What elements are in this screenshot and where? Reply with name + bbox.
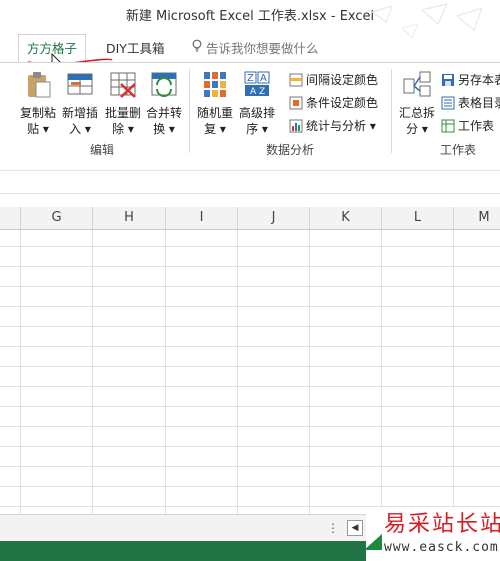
grid-line	[0, 326, 500, 327]
grid-line	[0, 366, 500, 367]
conditional-color-icon	[289, 96, 303, 110]
interval-color-button[interactable]: 间隔设定颜色	[289, 70, 378, 90]
grid-line	[453, 230, 454, 514]
save-sheet-as-button[interactable]: 另存本表	[441, 70, 500, 90]
conditional-color-button[interactable]: 条件设定颜色	[289, 93, 378, 113]
sort-az-icon: Z A A Z	[244, 71, 270, 97]
column-header-l[interactable]: L	[382, 207, 454, 229]
grid-line	[381, 230, 382, 514]
worksheet-button[interactable]: 工作表	[441, 116, 494, 136]
summary-split-icon	[403, 71, 431, 97]
column-header-k[interactable]: K	[310, 207, 382, 229]
tell-me-box[interactable]: 告诉我你想要做什么	[192, 37, 319, 61]
table-directory-label: 表格目录	[458, 96, 500, 110]
random-repeat-label-1: 随机重	[196, 106, 233, 120]
title-bar: 新建 Microsoft Excel 工作表.xlsx - Excel	[0, 0, 500, 39]
batch-delete-button[interactable]: 批量删 除 ▾	[102, 69, 144, 137]
grid-line	[0, 486, 500, 487]
grid-line	[0, 466, 500, 467]
clipboard-icon	[28, 72, 51, 98]
watermark-url: www.easck.com	[384, 540, 499, 555]
group-separator	[391, 69, 392, 153]
random-repeat-button[interactable]: 随机重 复 ▾	[194, 69, 236, 137]
statistics-icon	[289, 119, 303, 133]
copy-paste-label-2: 贴 ▾	[27, 122, 49, 136]
random-blocks-icon	[204, 72, 226, 97]
grid-line	[20, 230, 21, 514]
group-label-data-analysis: 数据分析	[266, 143, 315, 157]
conditional-color-label: 条件设定颜色	[306, 96, 379, 110]
column-header-i[interactable]: I	[166, 207, 238, 229]
column-header-m[interactable]: M	[454, 207, 500, 229]
copy-paste-button[interactable]: 复制粘 贴 ▾	[17, 69, 59, 137]
grid-line	[309, 230, 310, 514]
group-separator	[189, 69, 190, 153]
column-header-j[interactable]: J	[238, 207, 310, 229]
scroll-left-button[interactable]: ◀	[347, 520, 363, 536]
grid-line	[0, 426, 500, 427]
interval-color-icon	[289, 73, 303, 87]
tab-split-handle[interactable]: ⋮	[327, 521, 339, 535]
merge-convert-icon	[151, 72, 177, 97]
grid-line	[0, 306, 500, 307]
delete-table-icon	[110, 72, 136, 98]
formula-bar[interactable]	[0, 170, 500, 194]
watermark-title: 易采站长站	[384, 512, 500, 537]
batch-delete-label-2: 除 ▾	[112, 122, 134, 136]
advanced-sort-label-2: 序 ▾	[246, 122, 268, 136]
merge-convert-label-1: 合并转	[145, 106, 182, 120]
table-directory-icon	[441, 96, 455, 110]
grid-line	[0, 266, 500, 267]
svg-text:A: A	[260, 73, 267, 84]
column-header-stub[interactable]	[0, 207, 21, 229]
statistics-analysis-button[interactable]: 统计与分析 ▾	[289, 116, 376, 136]
summary-split-label-2: 分 ▾	[406, 122, 428, 136]
svg-text:A Z: A Z	[250, 87, 265, 97]
lightbulb-icon	[192, 37, 202, 61]
insert-new-button[interactable]: 新增插 入 ▾	[59, 69, 101, 137]
group-label-worksheet: 工作表	[440, 143, 477, 157]
random-repeat-label-2: 复 ▾	[204, 122, 226, 136]
ribbon: 复制粘 贴 ▾ 新增插 入 ▾ 批量删 除 ▾ 合并转 换 ▾ 编辑 随机重 复…	[0, 62, 500, 162]
insert-new-label-2: 入 ▾	[69, 122, 91, 136]
insert-new-label-1: 新增插	[61, 106, 98, 120]
merge-convert-label-2: 换 ▾	[153, 122, 175, 136]
grid-line	[0, 446, 500, 447]
worksheet-icon	[441, 119, 455, 133]
copy-paste-label-1: 复制粘	[19, 106, 56, 120]
grid-line	[237, 230, 238, 514]
column-header-g[interactable]: G	[21, 207, 93, 229]
svg-text:Z: Z	[247, 73, 254, 84]
formula-area	[0, 161, 500, 208]
grid-line	[0, 246, 500, 247]
grid-line	[0, 386, 500, 387]
advanced-sort-button[interactable]: Z A A Z 高级排 序 ▾	[236, 69, 278, 137]
batch-delete-label-1: 批量删	[104, 106, 141, 120]
summary-split-label-1: 汇总拆	[398, 106, 435, 120]
cell-grid[interactable]	[0, 230, 500, 514]
advanced-sort-label-1: 高级排	[238, 106, 275, 120]
summary-split-button[interactable]: 汇总拆 分 ▾	[396, 69, 438, 137]
table-directory-button[interactable]: 表格目录	[441, 93, 500, 113]
grid-line	[0, 406, 500, 407]
grid-line	[92, 230, 93, 514]
group-label-edit: 编辑	[90, 143, 115, 157]
merge-convert-button[interactable]: 合并转 换 ▾	[143, 69, 185, 137]
insert-table-icon	[67, 73, 93, 95]
grid-line	[0, 346, 500, 347]
grid-line	[0, 286, 500, 287]
statistics-analysis-label: 统计与分析 ▾	[306, 119, 376, 133]
tell-me-placeholder: 告诉我你想要做什么	[206, 41, 319, 56]
save-icon	[442, 74, 454, 86]
column-header-row: G H I J K L M	[0, 207, 500, 230]
grid-line	[165, 230, 166, 514]
column-header-h[interactable]: H	[93, 207, 166, 229]
interval-color-label: 间隔设定颜色	[306, 73, 379, 87]
watermark-logo-icon	[364, 534, 382, 550]
worksheet-label: 工作表	[458, 119, 495, 133]
save-sheet-as-label: 另存本表	[458, 73, 500, 87]
